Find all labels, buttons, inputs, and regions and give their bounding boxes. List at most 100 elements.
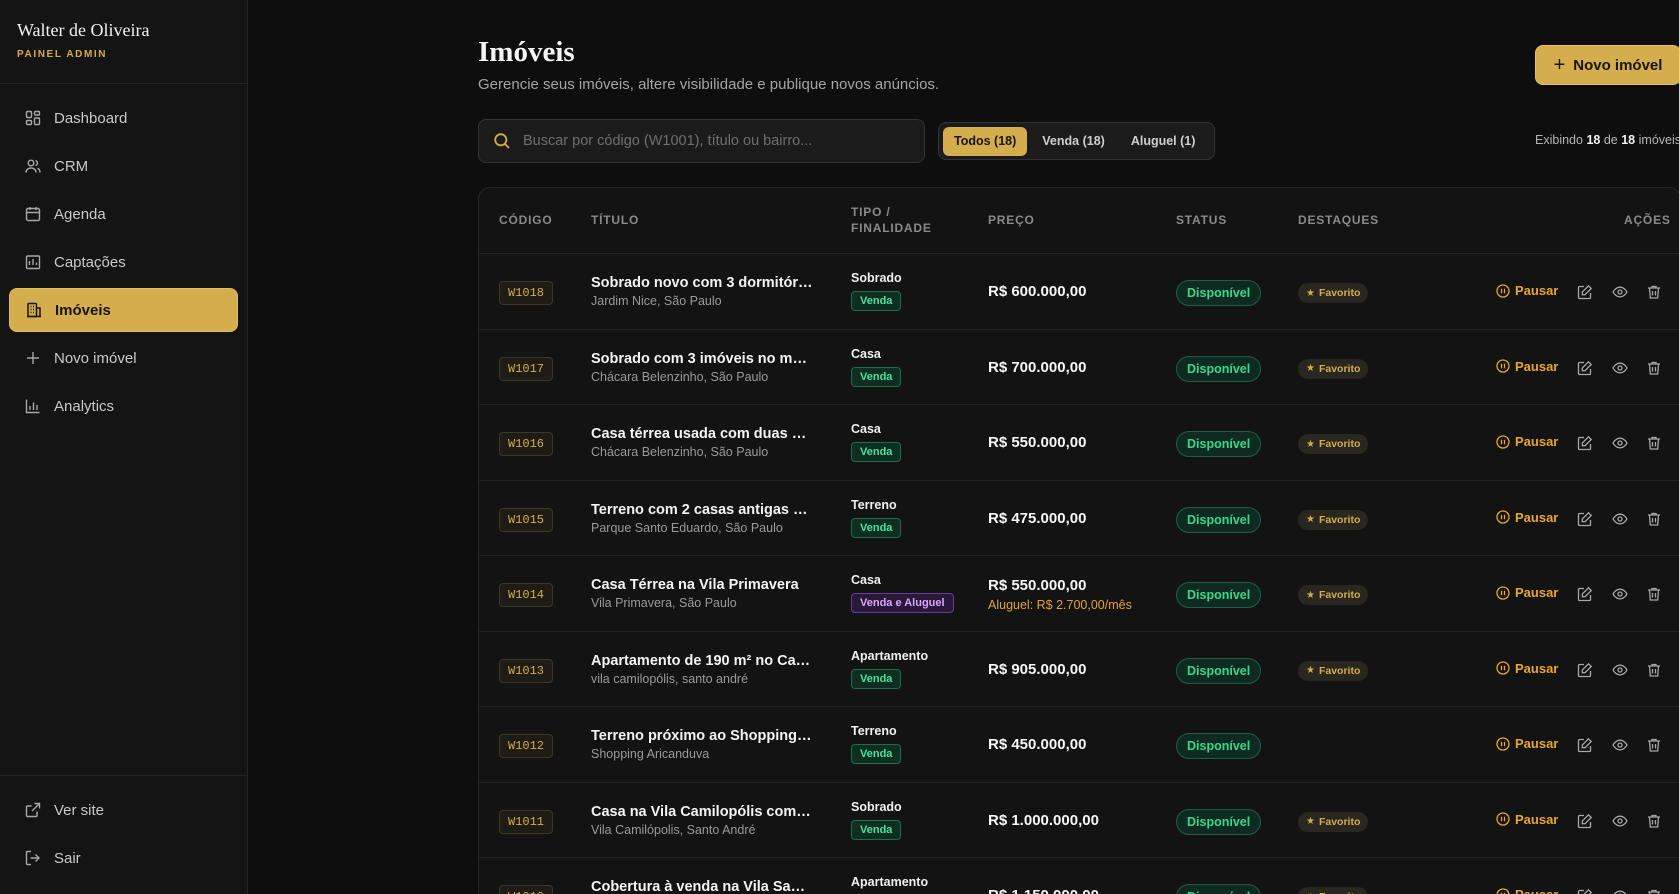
sidebar-item-analytics[interactable]: Analytics <box>9 384 238 428</box>
pause-icon <box>1496 283 1510 298</box>
edit-icon[interactable] <box>1577 284 1593 300</box>
status-badge: Disponível <box>1176 355 1262 382</box>
trash-icon[interactable] <box>1646 662 1662 678</box>
pause-icon <box>1496 510 1510 524</box>
header-acoes: AÇÕES <box>1624 213 1671 227</box>
sidebar-item-captacoes[interactable]: Captações <box>9 240 238 284</box>
filter-tabs: Todos (18) Venda (18) Aluguel (1) <box>938 122 1216 160</box>
eye-icon[interactable] <box>1612 662 1628 678</box>
edit-icon[interactable] <box>1577 888 1593 894</box>
property-price: R$ 1.150.000,00 <box>988 887 1099 894</box>
results-count: Exibindo 18 de 18 imóveis <box>1535 133 1679 147</box>
trash-icon[interactable] <box>1646 888 1662 894</box>
pause-button[interactable]: Pausar <box>1496 359 1558 374</box>
eye-icon[interactable] <box>1612 511 1628 527</box>
eye-icon[interactable] <box>1612 586 1628 602</box>
properties-table: CÓDIGO TÍTULO TIPO / FINALIDADE PREÇO ST… <box>478 187 1679 894</box>
pause-label: Pausar <box>1515 509 1559 525</box>
pause-label: Pausar <box>1515 887 1558 894</box>
bar-chart-icon <box>25 398 41 414</box>
sidebar-item-dashboard[interactable]: Dashboard <box>9 96 238 140</box>
trash-icon[interactable] <box>1646 737 1662 753</box>
sidebar-item-imoveis[interactable]: Imóveis <box>9 288 238 332</box>
property-title[interactable]: Apartamento de 190 m² no Campestre <box>591 653 813 669</box>
edit-icon[interactable] <box>1577 511 1593 527</box>
sidebar-item-novo-imovel[interactable]: Novo imóvel <box>9 336 238 380</box>
highlight-label: Favorito <box>1318 287 1361 299</box>
property-price: R$ 1.000.000,00 <box>988 811 1099 829</box>
edit-icon[interactable] <box>1577 813 1593 829</box>
brand-subtitle: PAINEL ADMIN <box>17 49 108 60</box>
pause-button[interactable]: Pausar <box>1496 585 1558 600</box>
highlight-label: Favorito <box>1318 513 1361 526</box>
property-code: W1017 <box>499 356 554 381</box>
header-status: STATUS <box>1176 213 1228 227</box>
property-title[interactable]: Casa térrea usada com duas casas no lote <box>591 426 813 442</box>
property-type: Apartamento <box>851 648 929 663</box>
search-input[interactable] <box>523 133 903 149</box>
pause-button[interactable]: Pausar <box>1496 812 1558 827</box>
sidebar-item-ver-site[interactable]: Ver site <box>9 788 238 832</box>
pause-button[interactable]: Pausar <box>1496 887 1558 894</box>
trash-icon[interactable] <box>1646 360 1662 376</box>
table-row[interactable]: W1011 Casa na Vila Camilopólis com quinta… <box>479 783 1679 858</box>
table-row[interactable]: W1016 Casa térrea usada com duas casas no… <box>479 405 1679 481</box>
eye-icon[interactable] <box>1612 284 1628 300</box>
tab-aluguel[interactable]: Aluguel (1) <box>1120 127 1207 156</box>
trash-icon[interactable] <box>1646 435 1662 451</box>
edit-icon[interactable] <box>1577 737 1593 753</box>
eye-icon[interactable] <box>1612 888 1628 894</box>
new-property-button[interactable]: + Novo imóvel <box>1535 45 1679 85</box>
table-row[interactable]: W1014 Casa Térrea na Vila Primavera Vila P… <box>479 556 1679 632</box>
sidebar-item-crm[interactable]: CRM <box>9 144 238 188</box>
tab-todos[interactable]: Todos (18) <box>943 126 1028 156</box>
table-row[interactable]: W1018 Sobrado novo com 3 dormitórios e 2 … <box>479 254 1679 330</box>
count-total: 18 <box>1621 133 1636 147</box>
property-title[interactable]: Terreno com 2 casas antigas no Parque Sa… <box>591 502 813 518</box>
property-code: W1015 <box>499 507 554 532</box>
page-title: Imóveis <box>478 36 575 68</box>
pause-button[interactable]: Pausar <box>1496 736 1558 751</box>
purpose-badge: Venda <box>851 819 902 840</box>
header-tipo-line2: FINALIDADE <box>851 221 932 235</box>
trash-icon[interactable] <box>1646 511 1662 527</box>
property-title[interactable]: Casa na Vila Camilopólis com quintal amp… <box>591 804 813 820</box>
trash-icon[interactable] <box>1646 284 1662 300</box>
pause-button[interactable]: Pausar <box>1496 434 1558 449</box>
highlight-badge: ★Favorito <box>1298 509 1369 530</box>
table-row[interactable]: W1015 Terreno com 2 casas antigas no Parq… <box>479 481 1679 556</box>
eye-icon[interactable] <box>1612 813 1628 829</box>
tab-venda[interactable]: Venda (18) <box>1031 127 1116 156</box>
trash-icon[interactable] <box>1646 813 1662 829</box>
sidebar-item-sair[interactable]: Sair <box>9 836 238 880</box>
sidebar-item-agenda[interactable]: Agenda <box>9 192 238 236</box>
table-row[interactable]: W1012 Terreno próximo ao Shopping Aricand… <box>479 707 1679 783</box>
star-icon: ★ <box>1306 438 1315 450</box>
table-row[interactable]: W1017 Sobrado com 3 imóveis no mesmo terr… <box>479 330 1679 405</box>
edit-icon[interactable] <box>1577 586 1593 602</box>
purpose-badge: Venda <box>851 744 902 764</box>
property-title[interactable]: Casa Térrea na Vila Primavera <box>591 577 813 593</box>
property-title[interactable]: Terreno próximo ao Shopping Aricanduva <box>591 728 813 744</box>
trash-icon[interactable] <box>1646 586 1662 602</box>
pause-button[interactable]: Pausar <box>1496 283 1558 298</box>
property-title[interactable]: Cobertura à venda na Vila Santa Teresa <box>591 879 813 894</box>
pause-label: Pausar <box>1515 358 1559 374</box>
eye-icon[interactable] <box>1612 435 1628 451</box>
pause-button[interactable]: Pausar <box>1496 661 1558 676</box>
highlight-label: Favorito <box>1318 438 1361 450</box>
highlight-badge: ★Favorito <box>1298 811 1369 832</box>
pause-icon <box>1496 359 1510 373</box>
table-row[interactable]: W1010 Cobertura à venda na Vila Santa Ter… <box>479 858 1679 894</box>
eye-icon[interactable] <box>1612 360 1628 376</box>
status-badge: Disponível <box>1176 280 1262 306</box>
edit-icon[interactable] <box>1577 435 1593 451</box>
property-title[interactable]: Sobrado com 3 imóveis no mesmo terreno <box>591 351 813 367</box>
edit-icon[interactable] <box>1577 662 1593 678</box>
pause-button[interactable]: Pausar <box>1496 510 1558 525</box>
table-row[interactable]: W1013 Apartamento de 190 m² no Campestre v… <box>479 632 1679 707</box>
property-title[interactable]: Sobrado novo com 3 dormitórios e 2 vagas <box>591 275 813 291</box>
property-code: W1016 <box>499 432 554 456</box>
edit-icon[interactable] <box>1577 360 1593 376</box>
eye-icon[interactable] <box>1612 737 1628 753</box>
